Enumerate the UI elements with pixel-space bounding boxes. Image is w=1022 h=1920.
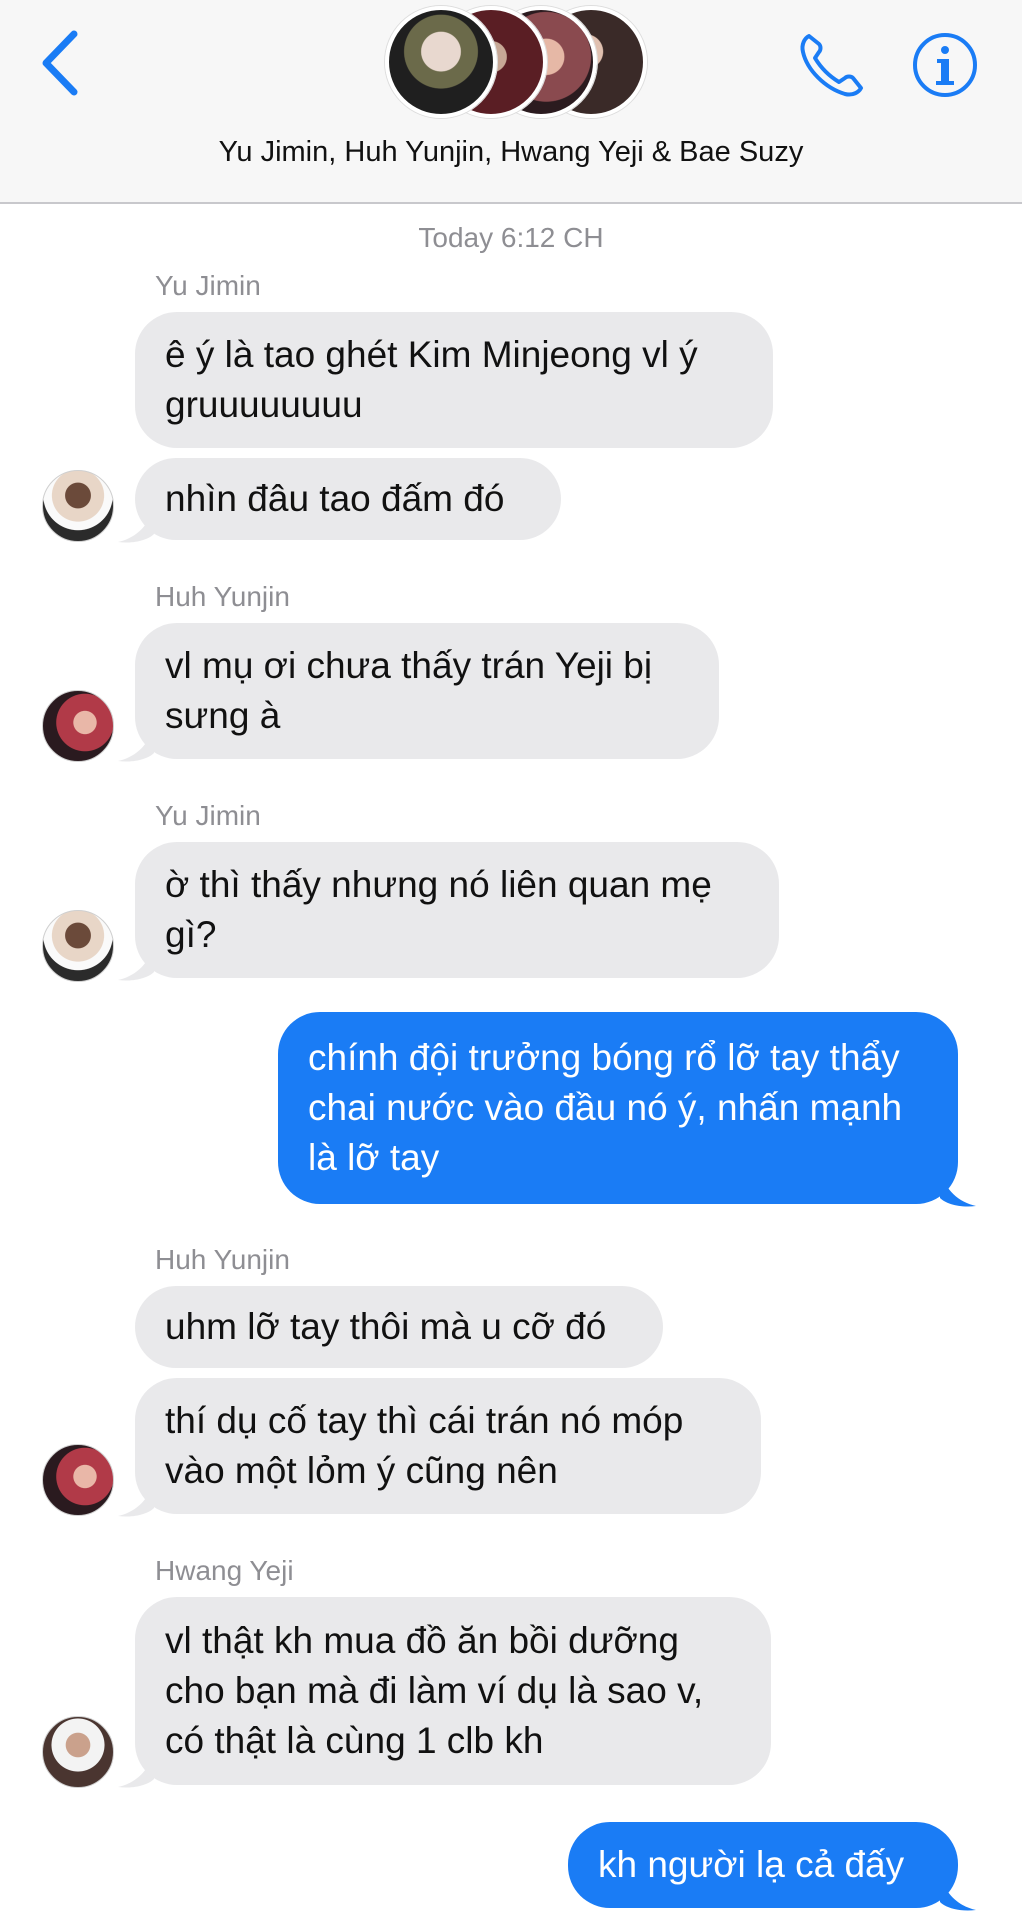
- conversation-header: Yu Jimin, Huh Yunjin, Hwang Yeji & Bae S…: [0, 0, 1022, 204]
- message-text: vl mụ ơi chưa thấy trán Yeji bị sưng à: [165, 645, 653, 736]
- bubble-tail: [118, 727, 154, 762]
- message-bubble-incoming[interactable]: nhìn đâu tao đấm đó: [135, 458, 561, 540]
- info-icon: [913, 33, 977, 97]
- message-text: chính đội trưởng bóng rổ lỡ tay thẩy cha…: [308, 1037, 903, 1178]
- back-button[interactable]: [38, 28, 88, 98]
- bubble-tail: [118, 946, 154, 981]
- message-text: uhm lỡ tay thôi mà u cỡ đó: [165, 1306, 607, 1347]
- call-button[interactable]: [795, 30, 867, 102]
- message-bubble-incoming[interactable]: uhm lỡ tay thôi mà u cỡ đó: [135, 1286, 663, 1368]
- bubble-tail: [118, 1482, 154, 1517]
- message-text: nhìn đâu tao đấm đó: [165, 478, 505, 519]
- message-bubble-incoming[interactable]: vl mụ ơi chưa thấy trán Yeji bị sưng à: [135, 623, 719, 759]
- avatar[interactable]: [42, 690, 114, 762]
- phone-icon: [800, 34, 863, 97]
- conversation-title[interactable]: Yu Jimin, Huh Yunjin, Hwang Yeji & Bae S…: [0, 136, 1022, 169]
- group-avatar[interactable]: [385, 2, 647, 122]
- sender-name: Yu Jimin: [155, 270, 261, 301]
- message-bubble-outgoing[interactable]: chính đội trưởng bóng rổ lỡ tay thẩy cha…: [278, 1012, 958, 1204]
- message-bubble-incoming[interactable]: ờ thì thấy nhưng nó liên quan mẹ gì?: [135, 842, 779, 978]
- bubble-tail: [940, 1876, 976, 1911]
- message-bubble-incoming[interactable]: thí dụ cố tay thì cái trán nó móp vào mộ…: [135, 1378, 761, 1514]
- sender-name: Hwang Yeji: [155, 1555, 294, 1586]
- message-text: kh người lạ cả đấy: [598, 1844, 905, 1885]
- avatar[interactable]: [42, 1444, 114, 1516]
- bubble-tail: [940, 1172, 976, 1207]
- info-button[interactable]: [910, 30, 980, 100]
- message-text: thí dụ cố tay thì cái trán nó móp vào mộ…: [165, 1400, 684, 1491]
- message-bubble-incoming[interactable]: ê ý là tao ghét Kim Minjeong vl ý gruuuu…: [135, 312, 773, 448]
- sender-name: Huh Yunjin: [155, 581, 290, 612]
- message-bubble-outgoing[interactable]: kh người lạ cả đấy: [568, 1822, 958, 1908]
- sender-name: Huh Yunjin: [155, 1244, 290, 1275]
- bubble-tail: [118, 508, 154, 543]
- avatar[interactable]: [42, 910, 114, 982]
- avatar[interactable]: [42, 470, 114, 542]
- message-text: ê ý là tao ghét Kim Minjeong vl ý gruuuu…: [165, 334, 698, 425]
- message-text: ờ thì thấy nhưng nó liên quan mẹ gì?: [165, 864, 712, 955]
- group-avatar-1: [385, 6, 497, 118]
- sender-name: Yu Jimin: [155, 800, 261, 831]
- message-text: vl thật kh mua đồ ăn bồi dưỡng cho bạn m…: [165, 1620, 704, 1761]
- back-chevron-icon: [42, 30, 78, 96]
- message-bubble-incoming[interactable]: vl thật kh mua đồ ăn bồi dưỡng cho bạn m…: [135, 1597, 771, 1785]
- message-timestamp: Today 6:12 CH: [418, 222, 604, 253]
- avatar[interactable]: [42, 1716, 114, 1788]
- bubble-tail: [118, 1753, 154, 1788]
